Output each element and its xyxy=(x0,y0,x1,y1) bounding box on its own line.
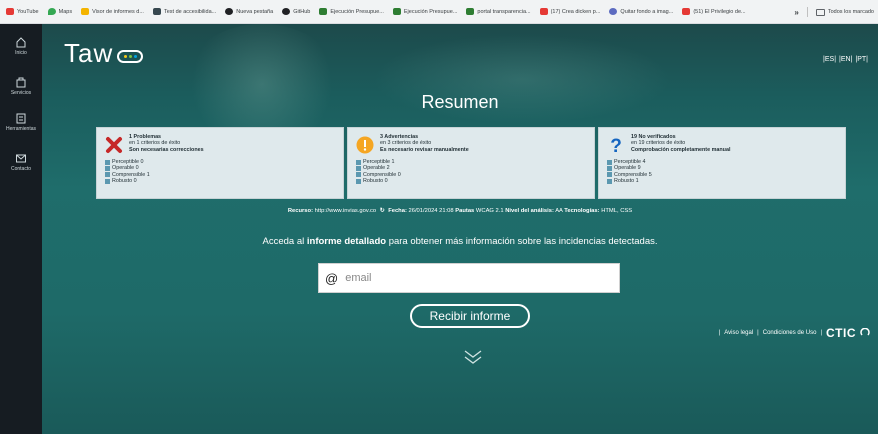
services-icon xyxy=(16,77,26,88)
bookmark-ejecucion-2[interactable]: Ejecución Presupue... xyxy=(392,8,457,15)
detailed-report-prompt: Acceda al informe detallado para obtener… xyxy=(262,236,658,247)
all-bookmarks-folder[interactable]: Todos los marcado xyxy=(815,8,874,16)
expand-icon xyxy=(356,159,361,165)
bookmark-github[interactable]: GitHub xyxy=(282,8,310,15)
resource-url: http://www.invias.gov.co xyxy=(314,208,377,214)
left-sidebar: Inicio Servicios Herramientas Contacto xyxy=(0,24,42,434)
email-input[interactable] xyxy=(345,272,586,284)
technologies-value: HTML, CSS xyxy=(601,208,633,214)
expand-icon xyxy=(356,178,361,184)
warning-icon xyxy=(356,136,374,154)
github-icon xyxy=(282,8,291,15)
card-note: Es necesario revisar manualmente xyxy=(380,146,469,153)
youtube-icon xyxy=(6,8,14,15)
expand-icon xyxy=(105,178,110,184)
test-icon xyxy=(152,8,161,15)
expand-icon xyxy=(607,172,612,178)
not-verified-card: ? 19 No verificados en 19 criterios de é… xyxy=(598,127,846,199)
error-x-icon xyxy=(106,137,122,153)
home-icon xyxy=(16,37,26,48)
warnings-card: 3 Advertencias en 3 criterios de éxito E… xyxy=(347,127,595,199)
card-heading: 19 No verificados xyxy=(631,134,676,140)
bookmarks-overflow: » Todos los marcado xyxy=(788,0,874,23)
youtube-icon xyxy=(682,8,691,15)
principle-list: Perceptible 4 Operable 9 Comprensible 5 … xyxy=(607,159,652,184)
refresh-icon[interactable]: ↻ xyxy=(380,208,385,214)
youtube-icon xyxy=(539,8,548,15)
bookmark-youtube-17[interactable]: (17) Crea dicken p... xyxy=(539,8,600,15)
bookmark-maps[interactable]: Maps xyxy=(47,8,72,15)
scroll-down-chevron-icon[interactable] xyxy=(462,346,484,368)
card-note: Comprobación completamente manual xyxy=(631,146,731,153)
lang-en-link[interactable]: |EN| xyxy=(839,56,852,63)
bookmarks-bar: YouTube Maps Visor de informes d... Test… xyxy=(0,0,878,24)
footer-links: | Aviso legal | Condiciones de Uso | CTI… xyxy=(719,326,870,340)
sidebar-item-contacto[interactable]: Contacto xyxy=(0,152,42,172)
logo-dots-icon xyxy=(117,49,144,63)
guidelines-value: WCAG 2.1 xyxy=(475,208,504,214)
bookmark-youtube-51[interactable]: (51) El Privilegio de... xyxy=(682,8,746,15)
expand-icon xyxy=(356,165,361,171)
page-title: Resumen xyxy=(421,92,499,112)
expand-icon xyxy=(105,165,110,171)
background-photo-glow xyxy=(182,24,342,144)
principle-list: Perceptible 1 Operable 2 Comprensible 0 … xyxy=(356,159,401,184)
folder-icon xyxy=(815,8,825,16)
expand-icon xyxy=(105,172,110,178)
card-heading: 1 Problemas xyxy=(129,134,162,140)
report-icon xyxy=(81,8,90,15)
language-selector: |ES| |EN| |PT| xyxy=(823,56,868,63)
bookmark-youtube[interactable]: YouTube xyxy=(6,8,39,15)
principle-list: Perceptible 0 Operable 0 Comprensible 1 … xyxy=(105,159,150,184)
expand-icon xyxy=(607,165,612,171)
card-heading: 3 Advertencias xyxy=(380,134,419,140)
tools-icon xyxy=(16,113,26,124)
budget-icon xyxy=(392,8,401,15)
expand-icon xyxy=(607,159,612,165)
question-icon: ? xyxy=(610,136,622,154)
bookmark-ejecucion-1[interactable]: Ejecución Presupue... xyxy=(319,8,384,15)
sidebar-item-herramientas[interactable]: Herramientas xyxy=(0,112,42,132)
analysis-date: 26/01/2024 21:08 xyxy=(408,208,454,214)
remove-bg-icon xyxy=(609,8,618,15)
taw-logo[interactable]: Taw xyxy=(64,38,144,69)
maps-icon xyxy=(47,8,56,15)
svg-text:?: ? xyxy=(610,136,622,154)
bookmark-nueva-pestana[interactable]: Nueva pestaña xyxy=(225,8,273,15)
bookmark-portal-transparencia[interactable]: portal transparencia... xyxy=(466,8,531,15)
level-value: AA xyxy=(555,208,563,214)
sidebar-item-inicio[interactable]: Inicio xyxy=(0,36,42,56)
list-item[interactable]: Robusto 0 xyxy=(105,178,150,184)
card-note: Son necesarias correcciones xyxy=(129,146,204,153)
list-item[interactable]: Robusto 0 xyxy=(356,178,401,184)
expand-icon xyxy=(607,178,612,184)
ctic-logo-arc-icon xyxy=(860,328,870,336)
divider xyxy=(806,7,808,17)
analysis-metadata: Recurso: http://www.invias.gov.co ↻ Fech… xyxy=(287,208,633,214)
legal-notice-link[interactable]: Aviso legal xyxy=(724,330,753,336)
expand-icon xyxy=(356,172,361,178)
tab-icon xyxy=(225,8,234,15)
contact-icon xyxy=(16,154,26,163)
email-field-wrapper: @ xyxy=(318,263,620,293)
sidebar-item-servicios[interactable]: Servicios xyxy=(0,76,42,96)
list-item[interactable]: Robusto 1 xyxy=(607,178,652,184)
receive-report-button[interactable]: Recibir informe xyxy=(410,304,530,328)
portal-icon xyxy=(466,8,475,15)
problems-card: 1 Problemas en 1 criterios de éxito Son … xyxy=(96,127,344,199)
expand-icon xyxy=(105,159,110,165)
lang-pt-link[interactable]: |PT| xyxy=(855,56,868,63)
more-bookmarks-button[interactable]: » xyxy=(794,8,798,17)
budget-icon xyxy=(319,8,328,15)
bookmark-test-accesibilidad[interactable]: Test de accesibilida... xyxy=(152,8,216,15)
ctic-logo[interactable]: CTIC xyxy=(826,326,856,340)
terms-of-use-link[interactable]: Condiciones de Uso xyxy=(763,330,817,336)
bookmark-visor-informes[interactable]: Visor de informes d... xyxy=(81,8,144,15)
bookmark-quitar-fondo[interactable]: Quitar fondo a imag... xyxy=(609,8,673,15)
lang-es-link[interactable]: |ES| xyxy=(823,56,836,63)
at-icon: @ xyxy=(325,270,339,286)
main-content: Taw |ES| |EN| |PT| Resumen 1 Problemas e… xyxy=(42,24,878,434)
